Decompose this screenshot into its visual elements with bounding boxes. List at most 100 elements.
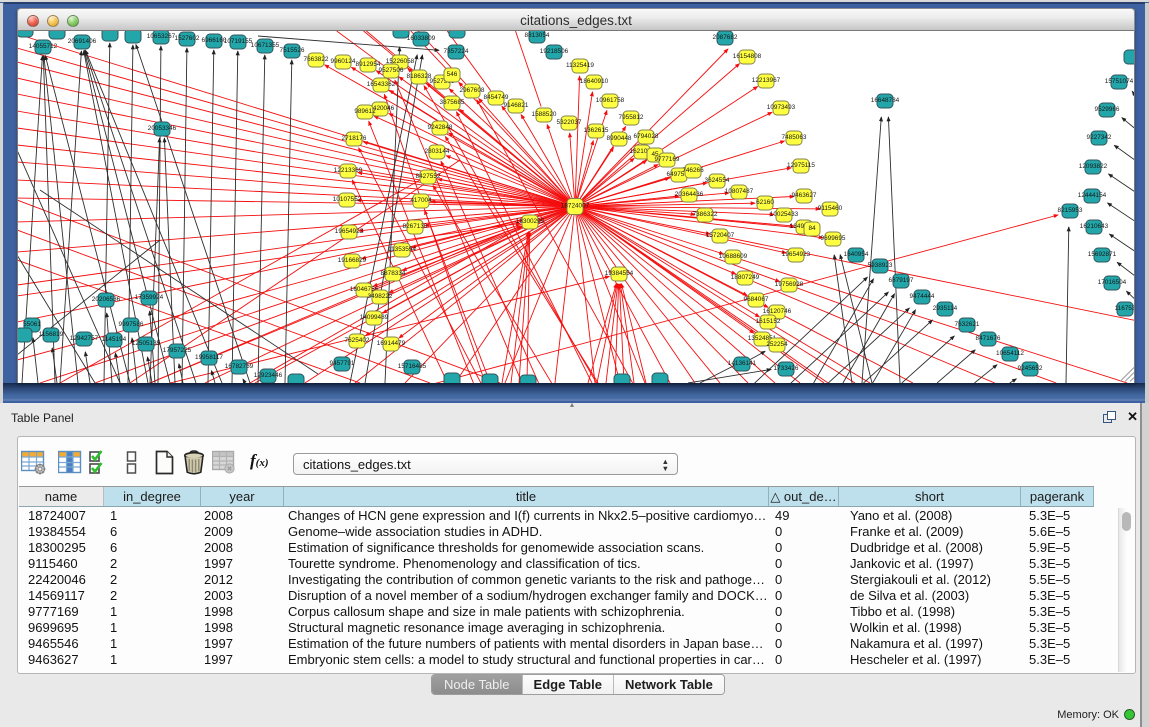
svg-text:16120746: 16120746 — [763, 308, 792, 315]
svg-text:18807249: 18807249 — [731, 274, 760, 281]
svg-text:7386322: 7386322 — [693, 211, 718, 218]
svg-text:1156819: 1156819 — [39, 331, 64, 338]
svg-text:14136141: 14136141 — [728, 360, 757, 367]
svg-text:62160: 62160 — [756, 199, 774, 206]
svg-text:84: 84 — [808, 225, 816, 232]
svg-text:1733426: 1733426 — [774, 365, 799, 372]
svg-text:417004: 417004 — [410, 197, 432, 204]
svg-text:9997586: 9997586 — [119, 321, 144, 328]
svg-text:7625402: 7625402 — [345, 337, 370, 344]
svg-text:12213369: 12213369 — [334, 167, 363, 174]
svg-text:12444154: 12444154 — [1078, 192, 1107, 199]
svg-text:12093822: 12093822 — [1079, 163, 1108, 170]
svg-text:116753: 116753 — [1115, 305, 1134, 312]
svg-text:16154808: 16154808 — [733, 53, 762, 60]
svg-text:989612: 989612 — [354, 108, 376, 115]
svg-text:1640954: 1640954 — [844, 251, 869, 258]
svg-text:10671355: 10671355 — [251, 42, 280, 49]
svg-text:8878334: 8878334 — [381, 270, 406, 277]
svg-text:9529966: 9529966 — [1095, 106, 1120, 113]
svg-text:20691406: 20691406 — [68, 38, 97, 45]
svg-text:546: 546 — [447, 71, 458, 78]
svg-text:19654923: 19654923 — [782, 251, 811, 258]
svg-text:15720407: 15720407 — [706, 232, 735, 239]
svg-text:2718176: 2718176 — [342, 135, 367, 142]
svg-text:6879197: 6879197 — [889, 277, 914, 284]
svg-text:10654112: 10654112 — [996, 350, 1024, 357]
svg-text:15692871: 15692871 — [1088, 251, 1117, 258]
svg-text:8813054: 8813054 — [525, 32, 550, 39]
svg-text:8990448: 8990448 — [607, 135, 632, 142]
svg-text:10719155: 10719155 — [224, 38, 253, 45]
svg-text:1527602: 1527602 — [175, 35, 200, 42]
svg-text:16648784: 16648784 — [871, 97, 900, 104]
svg-text:252254: 252254 — [766, 341, 788, 348]
svg-text:20206536: 20206536 — [92, 296, 121, 303]
svg-text:9146821: 9146821 — [504, 102, 529, 109]
svg-text:16033809: 16033809 — [407, 35, 436, 42]
svg-text:2967608: 2967608 — [460, 87, 485, 94]
svg-text:14099489: 14099489 — [360, 314, 389, 321]
svg-text:18640910: 18640910 — [580, 78, 609, 85]
svg-text:7955812: 7955812 — [619, 114, 644, 121]
svg-text:16782759: 16782759 — [225, 363, 254, 370]
svg-text:12942757: 12942757 — [70, 335, 99, 342]
svg-text:16914479: 16914479 — [377, 340, 406, 347]
svg-text:9527506: 9527506 — [379, 67, 404, 74]
svg-text:1362615: 1362615 — [584, 127, 609, 134]
svg-text:20053346: 20053346 — [148, 125, 177, 132]
svg-text:12975115: 12975115 — [787, 162, 815, 169]
svg-text:5938923: 5938923 — [868, 262, 893, 269]
svg-text:8215953: 8215953 — [1058, 207, 1083, 214]
svg-text:9684067: 9684067 — [744, 296, 769, 303]
svg-text:3498222: 3498222 — [368, 293, 393, 300]
svg-text:20364436: 20364436 — [675, 191, 704, 198]
svg-text:10653267: 10653267 — [147, 33, 176, 40]
svg-text:1615152: 1615152 — [756, 318, 781, 325]
svg-text:9242848: 9242848 — [428, 124, 453, 131]
svg-text:7632621: 7632621 — [955, 321, 980, 328]
svg-text:9227342: 9227342 — [1087, 134, 1112, 141]
svg-text:9457791: 9457791 — [330, 360, 355, 367]
svg-text:15716485: 15716485 — [398, 363, 427, 370]
svg-text:1145194: 1145194 — [102, 336, 127, 343]
svg-text:16543362: 16543362 — [367, 81, 396, 88]
svg-text:9245652: 9245652 — [1018, 365, 1043, 372]
svg-text:3624554: 3624554 — [705, 177, 730, 184]
svg-text:6794028: 6794028 — [634, 133, 659, 140]
svg-text:8471676: 8471676 — [976, 335, 1001, 342]
svg-text:10961758: 10961758 — [596, 97, 625, 104]
svg-text:18300295: 18300295 — [516, 218, 545, 225]
svg-text:9699695: 9699695 — [821, 235, 846, 242]
svg-text:7515526: 7515526 — [280, 47, 305, 54]
svg-text:19218506: 19218506 — [540, 48, 569, 55]
svg-text:2935114: 2935114 — [933, 305, 958, 312]
svg-text:16210643: 16210643 — [1080, 223, 1109, 230]
svg-text:2803144: 2803144 — [425, 148, 450, 155]
svg-text:8267130: 8267130 — [403, 223, 428, 230]
svg-text:9960124: 9960124 — [331, 58, 356, 65]
svg-text:8427552: 8427552 — [416, 173, 441, 180]
svg-text:9474444: 9474444 — [910, 293, 935, 300]
svg-text:1588520: 1588520 — [532, 111, 557, 118]
svg-text:10973493: 10973493 — [767, 104, 796, 111]
svg-text:18724007: 18724007 — [561, 203, 590, 210]
svg-text:19756928: 19756928 — [775, 281, 804, 288]
svg-text:2087682: 2087682 — [713, 34, 738, 41]
svg-text:5322037: 5322037 — [557, 119, 582, 126]
svg-text:10025433: 10025433 — [770, 211, 799, 218]
svg-text:11325419: 11325419 — [566, 62, 594, 69]
svg-text:9777169: 9777169 — [655, 156, 680, 163]
svg-text:19166829: 19166829 — [338, 257, 367, 264]
svg-text:17016504: 17016504 — [1098, 279, 1127, 286]
svg-text:12505135: 12505135 — [132, 340, 161, 347]
svg-text:10807487: 10807487 — [725, 188, 754, 195]
svg-text:10107552: 10107552 — [333, 196, 362, 203]
svg-text:19958117: 19958117 — [195, 354, 223, 361]
svg-text:11353594: 11353594 — [388, 246, 416, 253]
svg-text:8186328: 8186328 — [407, 73, 432, 80]
svg-text:8454749: 8454749 — [484, 94, 509, 101]
svg-text:746266: 746266 — [682, 167, 704, 174]
svg-text:7357224: 7357224 — [444, 48, 469, 55]
svg-text:7663822: 7663822 — [304, 56, 329, 63]
